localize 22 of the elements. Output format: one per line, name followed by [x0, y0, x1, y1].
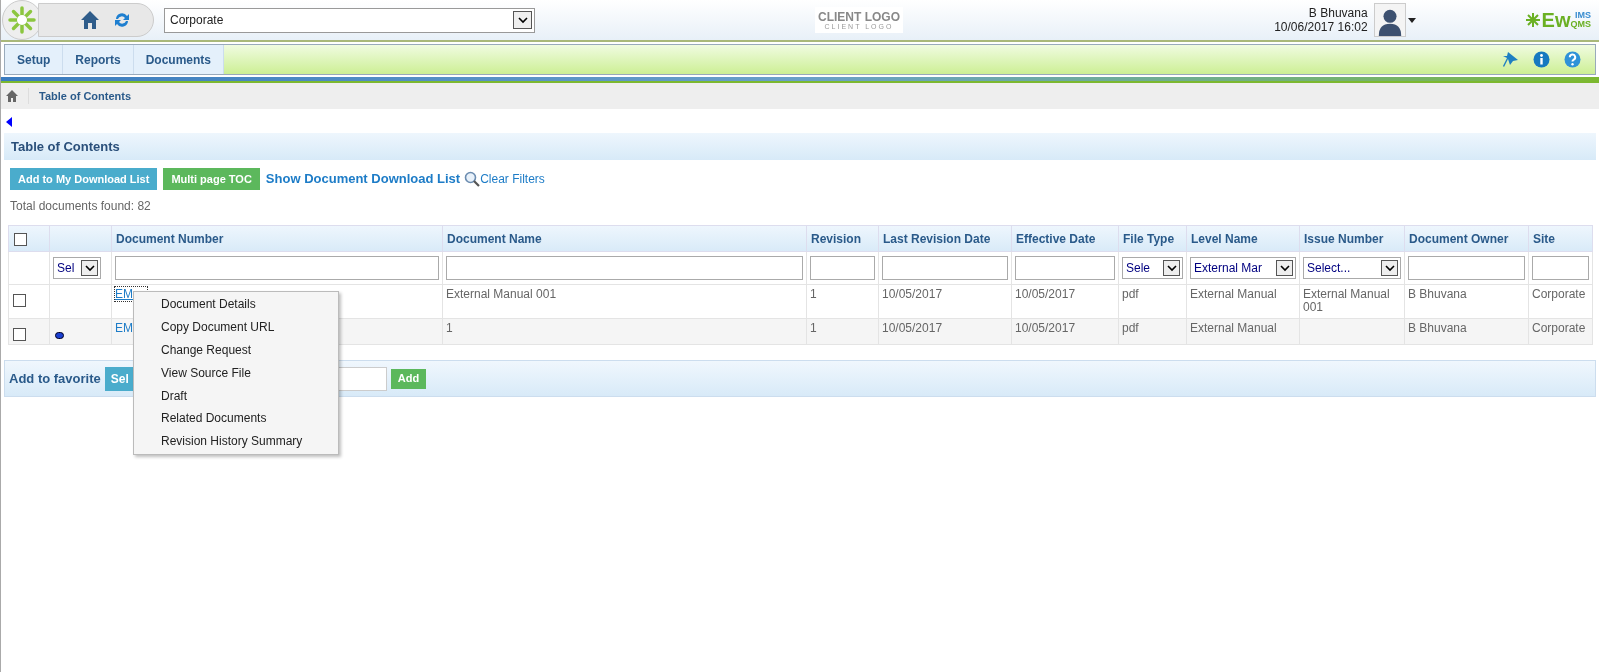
- table-cell: 1: [446, 321, 453, 335]
- table-cell: 10/05/2017: [1015, 287, 1076, 301]
- table-cell: B Bhuvana: [1408, 321, 1467, 335]
- table-cell: 10/05/2017: [882, 321, 943, 335]
- table-cell: B Bhuvana: [1408, 287, 1467, 301]
- table-cell: pdf: [1122, 321, 1139, 335]
- table-cell: 10/05/2017: [1015, 321, 1076, 335]
- results-count: Total documents found: 82: [10, 198, 151, 215]
- favorite-label: Add to favorite: [9, 369, 101, 388]
- table-cell: Corporate: [1532, 287, 1586, 301]
- table-cell: Corporate: [1532, 321, 1586, 335]
- table-cell: pdf: [1122, 287, 1139, 301]
- date-time: 10/06/2017 16:02: [1274, 20, 1368, 34]
- panel-title: Table of Contents: [11, 137, 120, 156]
- table-cell: External Manual 001: [446, 287, 557, 301]
- table-cell: External Manual: [1190, 287, 1277, 301]
- table-cell: External Manual 001: [1303, 287, 1390, 314]
- table-cell: 1: [810, 287, 817, 301]
- table-cell: 1: [810, 321, 817, 335]
- table-cell: 10/05/2017: [882, 287, 943, 301]
- user-name: B Bhuvana: [1308, 6, 1368, 20]
- table-cell: External Manual: [1190, 321, 1277, 335]
